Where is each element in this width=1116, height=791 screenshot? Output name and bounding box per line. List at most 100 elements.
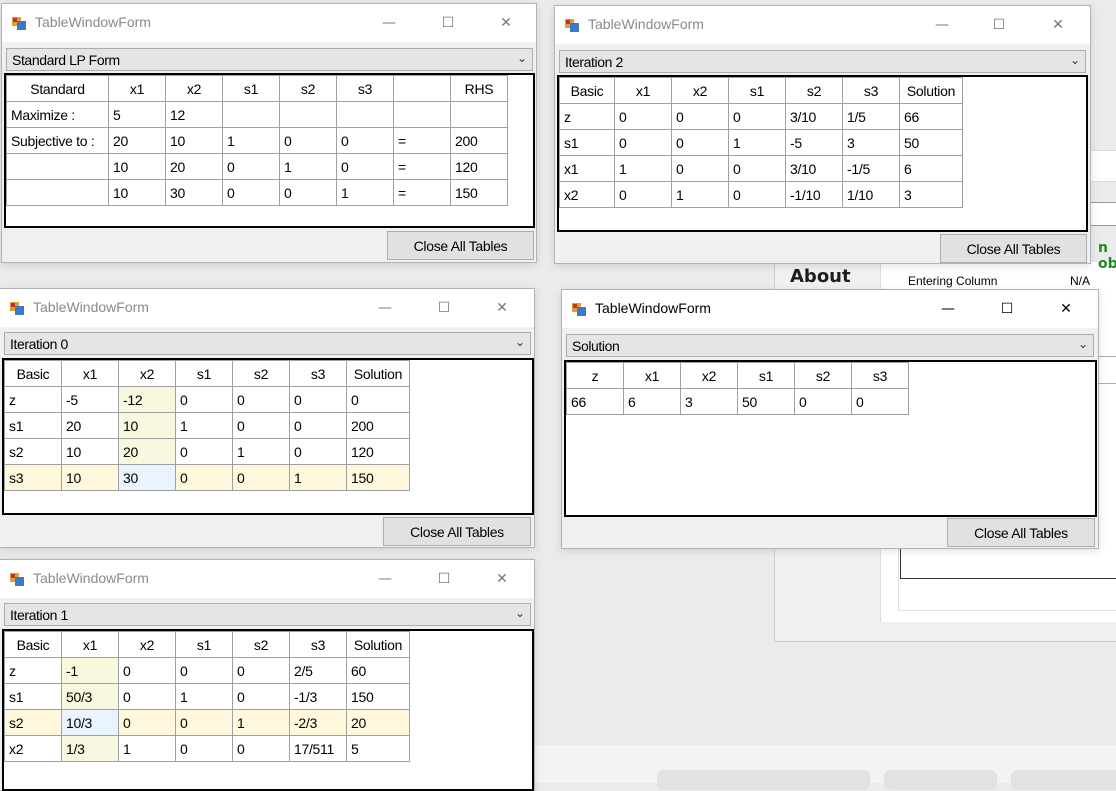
column-header[interactable]: Basic — [4, 631, 62, 658]
table-cell[interactable]: 0 — [222, 179, 280, 206]
table-cell[interactable]: 0 — [671, 103, 729, 130]
column-header[interactable]: s2 — [232, 631, 290, 658]
column-header[interactable]: s1 — [222, 75, 280, 102]
table-cell[interactable]: s1 — [559, 129, 615, 156]
table-cell[interactable]: -5 — [61, 386, 119, 413]
table-cell[interactable] — [222, 101, 280, 128]
table-cell[interactable] — [336, 101, 394, 128]
data-grid[interactable]: Basic x1 x2 s1 s2 s3 Solution z 0 0 0 3/10 1/5 66 s1 0 0… — [557, 75, 1088, 232]
column-header[interactable]: Basic — [4, 360, 62, 387]
table-cell[interactable]: 150 — [450, 179, 508, 206]
table-row[interactable]: z -1 0 0 0 2/5 60 — [4, 657, 410, 684]
table-cell[interactable]: 0 — [614, 181, 672, 208]
table-row[interactable]: x2 0 1 0 -1/10 1/10 3 — [559, 181, 963, 208]
table-cell[interactable]: 20 — [165, 153, 223, 180]
table-cell[interactable]: 10 — [61, 464, 119, 491]
column-header[interactable]: x2 — [680, 362, 738, 389]
table-cell[interactable]: 3 — [899, 181, 963, 208]
close-icon[interactable]: ✕ — [1051, 296, 1081, 322]
table-cell[interactable]: 0 — [794, 388, 852, 415]
table-cell[interactable]: 0 — [728, 103, 786, 130]
table-row[interactable]: Subjective to :20 10 1 0 0 = 200 — [6, 127, 508, 154]
table-cell[interactable]: 10/3 — [61, 709, 119, 736]
table-cell[interactable]: 66 — [566, 388, 624, 415]
table-cell[interactable]: z — [4, 657, 62, 684]
title-bar[interactable]: TableWindowForm — ☐ ✕ — [555, 6, 1090, 44]
close-all-tables-button[interactable]: Close All Tables — [387, 231, 534, 260]
table-cell[interactable]: 20 — [346, 709, 410, 736]
column-header[interactable]: s3 — [842, 77, 900, 104]
column-header[interactable]: x2 — [118, 360, 176, 387]
table-cell[interactable]: 1 — [671, 181, 729, 208]
table-cell[interactable]: -1 — [61, 657, 119, 684]
table-cell[interactable]: 5 — [108, 101, 166, 128]
table-cell[interactable]: 30 — [165, 179, 223, 206]
taskbar-button[interactable] — [1011, 770, 1116, 790]
table-row[interactable]: 10 30 0 0 1 = 150 — [6, 179, 508, 206]
table-cell[interactable]: 66 — [899, 103, 963, 130]
table-cell[interactable]: s2 — [4, 438, 62, 465]
table-cell[interactable]: Subjective to : — [6, 127, 109, 154]
table-cell[interactable]: 0 — [118, 657, 176, 684]
table-row[interactable]: z 0 0 0 3/10 1/5 66 — [559, 103, 963, 130]
table-cell[interactable]: 1/3 — [61, 735, 119, 762]
column-header[interactable]: s3 — [289, 360, 347, 387]
column-header[interactable]: s2 — [232, 360, 290, 387]
data-grid[interactable]: Standard x1 x2 s1 s2 s3 RHS Maximize :5 12 Subjec… — [4, 73, 535, 228]
title-bar[interactable]: TableWindowForm — ☐ ✕ — [562, 290, 1098, 328]
maximize-icon[interactable]: ☐ — [984, 12, 1014, 38]
minimize-icon[interactable]: — — [374, 10, 404, 36]
data-grid[interactable]: z x1 x2 s1 s2 s3 66 6 3 50 0 0 — [564, 360, 1097, 517]
table-cell[interactable]: 1 — [175, 683, 233, 710]
table-cell[interactable]: 0 — [671, 129, 729, 156]
table-cell[interactable]: 1 — [336, 179, 394, 206]
background-textbox[interactable] — [1090, 150, 1116, 182]
table-selector-dropdown[interactable]: Iteration 1 ⌄ — [4, 603, 531, 626]
close-icon[interactable]: ✕ — [491, 10, 521, 36]
column-header[interactable]: x1 — [623, 362, 681, 389]
maximize-icon[interactable]: ☐ — [429, 295, 459, 321]
table-cell[interactable]: s3 — [4, 464, 62, 491]
table-cell[interactable]: -12 — [118, 386, 176, 413]
table-cell[interactable]: 0 — [118, 683, 176, 710]
table-cell[interactable]: 0 — [279, 127, 337, 154]
table-cell[interactable]: 200 — [346, 412, 410, 439]
column-header[interactable]: s1 — [175, 631, 233, 658]
table-cell[interactable]: 6 — [623, 388, 681, 415]
maximize-icon[interactable]: ☐ — [433, 10, 463, 36]
table-cell[interactable]: 0 — [232, 683, 290, 710]
table-cell[interactable]: 150 — [346, 464, 410, 491]
table-cell[interactable]: 0 — [728, 155, 786, 182]
table-cell[interactable]: 0 — [279, 179, 337, 206]
column-header[interactable]: s2 — [279, 75, 337, 102]
table-cell[interactable]: 2/5 — [289, 657, 347, 684]
close-icon[interactable]: ✕ — [487, 566, 517, 592]
table-cell[interactable]: 1 — [118, 735, 176, 762]
table-cell[interactable]: 50/3 — [61, 683, 119, 710]
table-row[interactable]: x1 1 0 0 3/10 -1/5 6 — [559, 155, 963, 182]
table-cell[interactable]: 0 — [118, 709, 176, 736]
table-cell[interactable]: 1 — [232, 438, 290, 465]
table-cell[interactable]: 0 — [175, 386, 233, 413]
table-cell[interactable]: 0 — [614, 103, 672, 130]
table-cell[interactable]: -1/5 — [842, 155, 900, 182]
table-cell[interactable]: 0 — [232, 657, 290, 684]
table-cell[interactable]: 0 — [175, 438, 233, 465]
table-cell[interactable]: 60 — [346, 657, 410, 684]
table-cell[interactable]: 30 — [118, 464, 176, 491]
data-grid[interactable]: Basic x1 x2 s1 s2 s3 Solution z -1 0 0 0 2/5 60 s1 50/3… — [2, 629, 534, 791]
table-row[interactable]: s3 10 30 0 0 1 150 — [4, 464, 410, 491]
table-row[interactable]: s2 10 20 0 1 0 120 — [4, 438, 410, 465]
table-cell[interactable]: -1/3 — [289, 683, 347, 710]
table-cell[interactable]: 10 — [108, 179, 166, 206]
close-all-tables-button[interactable]: Close All Tables — [940, 234, 1087, 263]
table-cell[interactable]: x2 — [4, 735, 62, 762]
table-cell[interactable]: -2/3 — [289, 709, 347, 736]
table-cell[interactable]: = — [393, 179, 451, 206]
table-cell[interactable]: 10 — [108, 153, 166, 180]
table-row[interactable]: z -5 -12 0 0 0 0 — [4, 386, 410, 413]
column-header[interactable]: Solution — [346, 631, 410, 658]
table-cell[interactable]: 20 — [61, 412, 119, 439]
table-row[interactable]: 10 20 0 1 0 = 120 — [6, 153, 508, 180]
table-cell[interactable]: 0 — [346, 386, 410, 413]
